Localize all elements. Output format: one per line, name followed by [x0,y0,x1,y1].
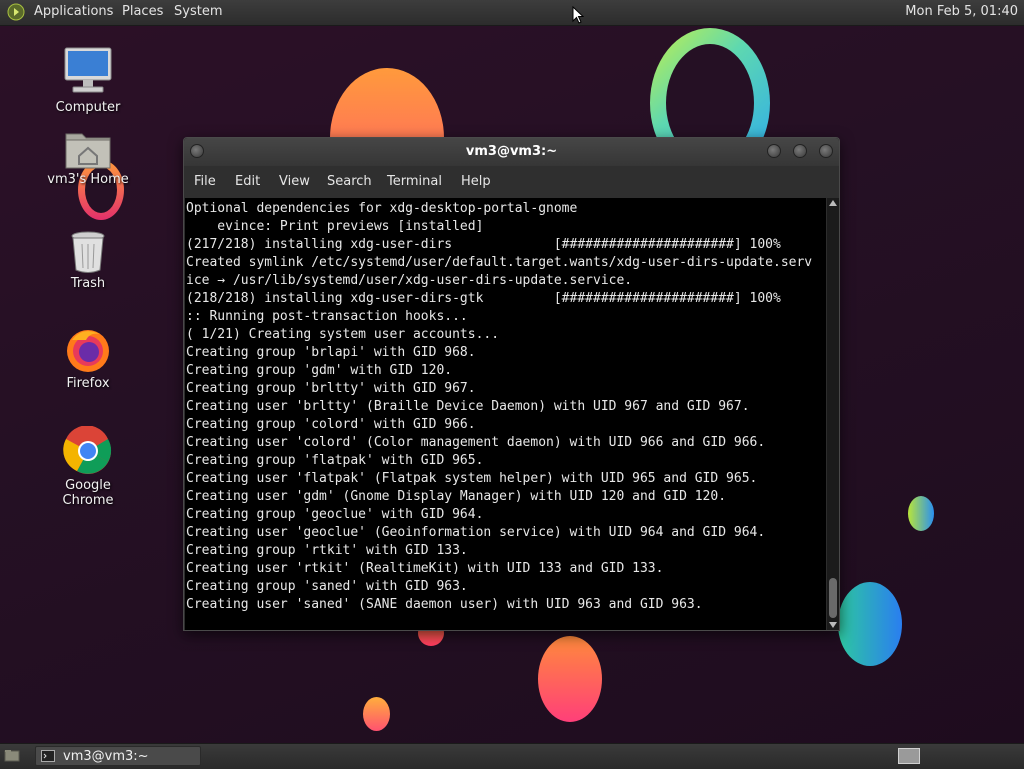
panel-clock[interactable]: Mon Feb 5, 01:40 [905,4,1018,19]
terminal-line: (217/218) installing xdg-user-dirs [####… [186,237,781,252]
terminal-line: Creating group 'saned' with GID 963. [186,579,468,594]
terminal-line: ice → /usr/lib/systemd/user/xdg-user-dir… [186,273,633,288]
terminal-line: ( 1/21) Creating system user accounts... [186,327,500,342]
show-desktop-icon[interactable] [4,749,20,763]
menu-help[interactable]: Help [461,174,491,189]
chrome-icon [63,426,112,474]
bottom-panel: vm3@vm3:~ [0,743,1024,769]
close-button[interactable] [819,144,833,158]
desktop-icon-label: Google Chrome [62,478,114,508]
wallpaper-bubble [363,697,390,731]
trash-icon [71,231,105,273]
scroll-up-arrow-icon[interactable] [829,200,837,206]
terminal-line: Creating group 'gdm' with GID 120. [186,363,453,378]
wallpaper-bubble [538,636,602,722]
menu-view[interactable]: View [279,174,310,189]
minimize-button[interactable] [767,144,781,158]
desktop-icon-firefox[interactable]: Firefox [38,326,138,391]
terminal-line: evince: Print previews [installed] [186,219,484,234]
menu-applications[interactable]: Applications [34,4,113,19]
terminal-line: Creating user 'geoclue' (Geoinformation … [186,525,766,540]
computer-icon [64,47,112,93]
taskbar-button-label: vm3@vm3:~ [63,749,149,764]
terminal-output[interactable]: Optional dependencies for xdg-desktop-po… [185,198,826,630]
terminal-line: Creating group 'flatpak' with GID 965. [186,453,484,468]
top-panel: Applications Places System Mon Feb 5, 01… [0,0,1024,26]
terminal-line: Creating group 'colord' with GID 966. [186,417,476,432]
scroll-down-arrow-icon[interactable] [829,622,837,628]
terminal-line: Creating user 'gdm' (Gnome Display Manag… [186,489,727,504]
terminal-line: Creating user 'flatpak' (Flatpak system … [186,471,758,486]
desktop-icon-chrome[interactable]: Google Chrome [38,426,138,508]
terminal-line: Creating user 'brltty' (Braille Device D… [186,399,750,414]
terminal-line: Creating group 'brltty' with GID 967. [186,381,476,396]
wallpaper-bubble [908,496,934,531]
terminal-line: Creating user 'saned' (SANE daemon user)… [186,597,703,612]
firefox-icon [67,330,109,372]
desktop-icon-computer[interactable]: Computer [38,46,138,115]
scrollbar-thumb[interactable] [829,578,837,618]
terminal-menubar: File Edit View Search Terminal Help [184,166,839,198]
terminal-line: Creating user 'colord' (Color management… [186,435,766,450]
terminal-line: Creating group 'brlapi' with GID 968. [186,345,476,360]
home-folder-icon [65,133,111,169]
terminal-window[interactable]: vm3@vm3:~ File Edit View Search Terminal… [183,137,840,631]
distro-logo-icon[interactable] [7,3,25,21]
menu-system[interactable]: System [174,4,222,19]
desktop-icon-home[interactable]: vm3's Home [38,128,138,187]
window-title: vm3@vm3:~ [465,144,558,159]
menu-places[interactable]: Places [122,4,163,19]
desktop-icon-label: Computer [55,100,121,115]
terminal-line: Optional dependencies for xdg-desktop-po… [186,201,578,216]
terminal-line: Creating group 'rtkit' with GID 133. [186,543,468,558]
menu-terminal[interactable]: Terminal [387,174,442,189]
desktop-icon-label: Firefox [66,376,110,391]
desktop: Computer vm3's Home Trash Firefox Google… [0,0,1024,768]
maximize-button[interactable] [793,144,807,158]
taskbar-terminal-button[interactable]: vm3@vm3:~ [35,746,201,766]
menu-file[interactable]: File [194,174,216,189]
desktop-icon-trash[interactable]: Trash [38,230,138,291]
terminal-scrollbar[interactable] [827,198,839,630]
menu-search[interactable]: Search [327,174,372,189]
desktop-icon-label: vm3's Home [47,172,129,187]
terminal-line: (218/218) installing xdg-user-dirs-gtk [… [186,291,781,306]
menu-edit[interactable]: Edit [235,174,260,189]
window-titlebar[interactable]: vm3@vm3:~ [184,138,839,166]
terminal-line: :: Running post-transaction hooks... [186,309,468,324]
terminal-icon [41,750,55,762]
workspace-switcher[interactable] [898,748,920,764]
terminal-line: Created symlink /etc/systemd/user/defaul… [186,255,813,270]
wallpaper-bubble [838,582,902,666]
terminal-line: Creating user 'rtkit' (RealtimeKit) with… [186,561,664,576]
desktop-icon-label: Trash [70,276,106,291]
terminal-line: Creating group 'geoclue' with GID 964. [186,507,484,522]
mouse-pointer-icon [572,6,584,24]
